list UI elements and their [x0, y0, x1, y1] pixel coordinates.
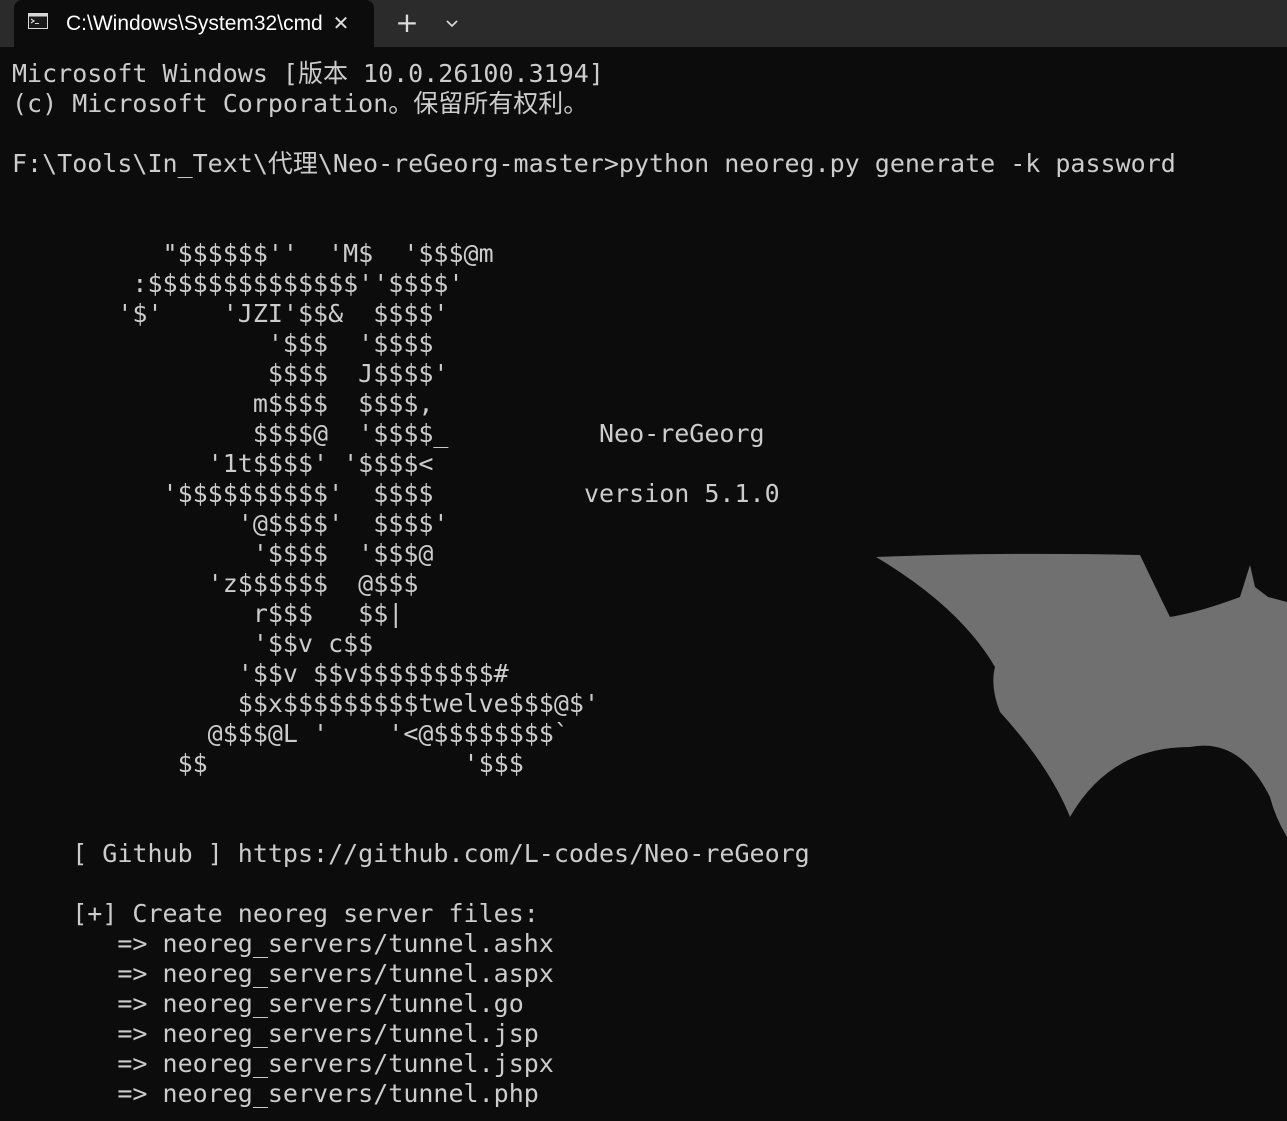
server-file-line: => neoreg_servers/tunnel.jsp — [12, 1019, 539, 1048]
tab-title: C:\Windows\System32\cmd.exe — [66, 12, 324, 35]
console-line: F:\Tools\In_Text\代理\Neo-reGeorg-master>p… — [12, 149, 1176, 178]
terminal-window: C:\Windows\System32\cmd.exe ✕ + Microsof… — [0, 0, 1287, 1121]
console-line: Microsoft Windows [版本 10.0.26100.3194] — [12, 59, 604, 88]
ascii-art-line: '$$$$$$$$$$' $$$$ version 5.1.0 — [12, 479, 780, 508]
tab-bar: C:\Windows\System32\cmd.exe ✕ + — [0, 0, 1287, 47]
chevron-down-icon[interactable] — [440, 11, 464, 35]
ascii-art-line: '$$v $$v$$$$$$$$$# — [12, 659, 509, 688]
ascii-art-line: :$$$$$$$$$$$$$$''$$$$' — [12, 269, 464, 298]
server-file-line: => neoreg_servers/tunnel.php — [12, 1079, 539, 1108]
console-line: (c) Microsoft Corporation。保留所有权利。 — [12, 89, 589, 118]
ascii-art-line: '$$$ '$$$$ — [12, 329, 434, 358]
ascii-art-line: "$$$$$$'' 'M$ '$$$@m — [12, 239, 494, 268]
ascii-art-line: '$$$$ '$$$@ — [12, 539, 434, 568]
close-icon[interactable]: ✕ — [330, 12, 352, 34]
ascii-art-line: m$$$$ $$$$, — [12, 389, 434, 418]
ascii-art-line: '$$v c$$ — [12, 629, 374, 658]
new-tab-button[interactable]: + — [392, 8, 422, 38]
ascii-art-line: $$$$ J$$$$' — [12, 359, 449, 388]
server-file-line: => neoreg_servers/tunnel.jspx — [12, 1049, 554, 1078]
ascii-art-line: $$x$$$$$$$$$twelve$$$@$' — [12, 689, 599, 718]
tab-cmd[interactable]: C:\Windows\System32\cmd.exe ✕ — [14, 0, 374, 47]
ascii-art-line: '@$$$$' $$$$' — [12, 509, 449, 538]
ascii-art-line: $$$$@ '$$$$_ Neo-reGeorg — [12, 419, 765, 448]
console-output: Microsoft Windows [版本 10.0.26100.3194] (… — [12, 59, 1176, 1109]
ascii-art-line: @$$$@L ' '<@$$$$$$$$` — [12, 719, 569, 748]
console-icon — [28, 13, 48, 29]
server-file-line: => neoreg_servers/tunnel.ashx — [12, 929, 554, 958]
server-file-line: => neoreg_servers/tunnel.aspx — [12, 959, 554, 988]
github-line: [ Github ] https://github.com/L-codes/Ne… — [12, 839, 810, 868]
ascii-art-line: 'z$$$$$$ @$$$ — [12, 569, 419, 598]
create-files-line: [+] Create neoreg server files: — [12, 899, 539, 928]
ascii-art-line: '1t$$$$' '$$$$< — [12, 449, 434, 478]
server-file-line: => neoreg_servers/tunnel.go — [12, 989, 524, 1018]
console-area[interactable]: Microsoft Windows [版本 10.0.26100.3194] (… — [0, 47, 1287, 1121]
ascii-art-line: $$ '$$$ — [12, 749, 524, 778]
ascii-art-line: '$' 'JZI'$$& $$$$' — [12, 299, 449, 328]
ascii-art-line: r$$$ $$| — [12, 599, 404, 628]
